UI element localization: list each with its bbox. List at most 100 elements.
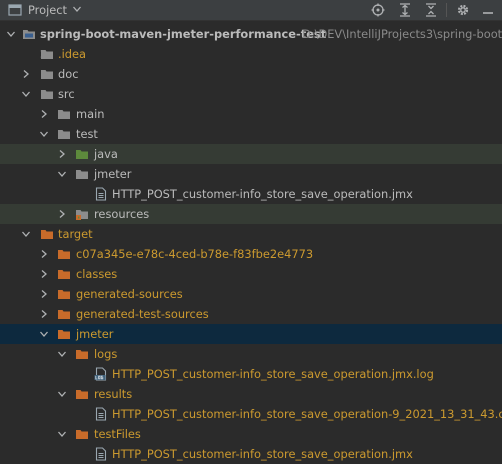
excluded-folder-icon [41,230,53,239]
hide-panel-button[interactable] [480,2,496,18]
root-project-name: spring-boot-maven-jmeter-performance-tes… [40,27,327,41]
folder-label: jmeter [76,327,114,341]
expand-all-button[interactable] [397,2,413,18]
tree-row-results[interactable]: results [0,384,502,404]
chevron-down-icon[interactable] [40,130,48,138]
test-resources-folder-icon [76,210,88,220]
tree-row-logs[interactable]: logs [0,344,502,364]
chevron-down-icon[interactable] [40,330,48,338]
crosshair-icon [371,3,385,17]
tree-row-resources[interactable]: resources [0,204,502,224]
tree-row-main[interactable]: main [0,104,502,124]
folder-label: resources [94,207,150,221]
chevron-down-icon[interactable] [58,390,66,398]
project-tree: spring-boot-maven-jmeter-performance-tes… [0,24,502,464]
toolbar-divider [446,3,447,17]
tree-row-csv-file[interactable]: HTTP_POST_customer-info_store_save_opera… [0,404,502,424]
folder-label: src [58,87,75,101]
folder-label: test [76,127,98,141]
folder-label: doc [58,67,79,81]
module-folder-icon [23,30,35,39]
chevron-right-icon[interactable] [58,150,66,158]
excluded-folder-icon [76,430,88,439]
folder-label: jmeter [94,167,132,181]
tree-row-jmx-src[interactable]: HTTP_POST_customer-info_store_save_opera… [0,184,502,204]
excluded-folder-icon [58,310,70,319]
file-icon [95,407,107,421]
file-label: HTTP_POST_customer-info_store_save_opera… [112,367,434,381]
file-icon [95,187,107,201]
chevron-right-icon[interactable] [58,210,66,218]
project-view-icon [8,4,22,16]
tree-row-src[interactable]: src [0,84,502,104]
tree-row-testfiles[interactable]: testFiles [0,424,502,444]
chevron-right-icon[interactable] [40,290,48,298]
folder-label: logs [94,347,118,361]
excluded-folder-icon [58,270,70,279]
gear-icon [457,4,469,16]
chevron-right-icon[interactable] [22,70,30,78]
chevron-right-icon[interactable] [40,270,48,278]
folder-label: target [58,227,93,241]
excluded-folder-icon [58,290,70,299]
tree-row-classes[interactable]: classes [0,264,502,284]
chevron-down-icon[interactable] [58,430,66,438]
chevron-right-icon[interactable] [40,110,48,118]
excluded-folder-icon [58,250,70,259]
folder-label: java [94,147,118,161]
tree-row-jmeter-target[interactable]: jmeter [0,324,502,344]
folder-label: generated-sources [76,287,183,301]
tree-row-root[interactable]: spring-boot-maven-jmeter-performance-tes… [0,24,502,44]
chevron-down-icon[interactable] [22,230,30,238]
folder-icon [41,90,53,99]
chevron-down-icon[interactable] [58,170,66,178]
tree-row-jmx-target[interactable]: HTTP_POST_customer-info_store_save_opera… [0,444,502,464]
file-label: HTTP_POST_customer-info_store_save_opera… [112,187,413,201]
log-file-icon [94,367,107,381]
test-sources-folder-icon [76,150,88,159]
folder-label: results [94,387,133,401]
file-label: HTTP_POST_customer-info_store_save_opera… [112,447,413,461]
root-project-path: D:\DEV\IntelliJProjects3\spring-boot-m [302,27,502,41]
folder-label: c07a345e-e78c-4ced-b78e-f83fbe2e4773 [76,247,314,261]
tree-row-generated-sources[interactable]: generated-sources [0,284,502,304]
file-label: HTTP_POST_customer-info_store_save_opera… [112,407,502,421]
tree-row-doc[interactable]: doc [0,64,502,84]
tree-row-test[interactable]: test [0,124,502,144]
file-icon [95,447,107,461]
chevron-down-icon[interactable] [72,4,82,14]
tree-row-idea[interactable]: .idea [0,44,502,64]
minimize-icon [483,12,493,14]
excluded-folder-icon [76,390,88,399]
tree-row-log-file[interactable]: HTTP_POST_customer-info_store_save_opera… [0,364,502,384]
excluded-folder-icon [76,350,88,359]
settings-button[interactable] [455,2,471,18]
collapse-all-icon [426,3,436,17]
tree-row-target[interactable]: target [0,224,502,244]
chevron-right-icon[interactable] [40,310,48,318]
folder-label: generated-test-sources [76,307,209,321]
folder-label: .idea [58,47,87,61]
tree-row-jmeter-src[interactable]: jmeter [0,164,502,184]
folder-icon [41,50,53,59]
chevron-down-icon[interactable] [22,90,30,98]
folder-icon [58,110,70,119]
folder-icon [58,130,70,139]
chevron-down-icon[interactable] [7,30,15,38]
folder-icon [76,170,88,179]
chevron-down-icon[interactable] [58,350,66,358]
expand-all-icon [400,3,410,17]
project-tool-window-header: Project [0,0,502,21]
folder-label: classes [76,267,118,281]
folder-icon [41,70,53,79]
locate-file-button[interactable] [370,2,386,18]
folder-label: testFiles [94,427,141,441]
tree-row-uuid[interactable]: c07a345e-e78c-4ced-b78e-f83fbe2e4773 [0,244,502,264]
collapse-all-button[interactable] [423,2,439,18]
folder-label: main [76,107,105,121]
tree-row-java[interactable]: java [0,144,502,164]
chevron-right-icon[interactable] [40,250,48,258]
excluded-folder-icon [58,330,70,339]
tree-row-generated-test-sources[interactable]: generated-test-sources [0,304,502,324]
panel-title[interactable]: Project [28,3,67,17]
